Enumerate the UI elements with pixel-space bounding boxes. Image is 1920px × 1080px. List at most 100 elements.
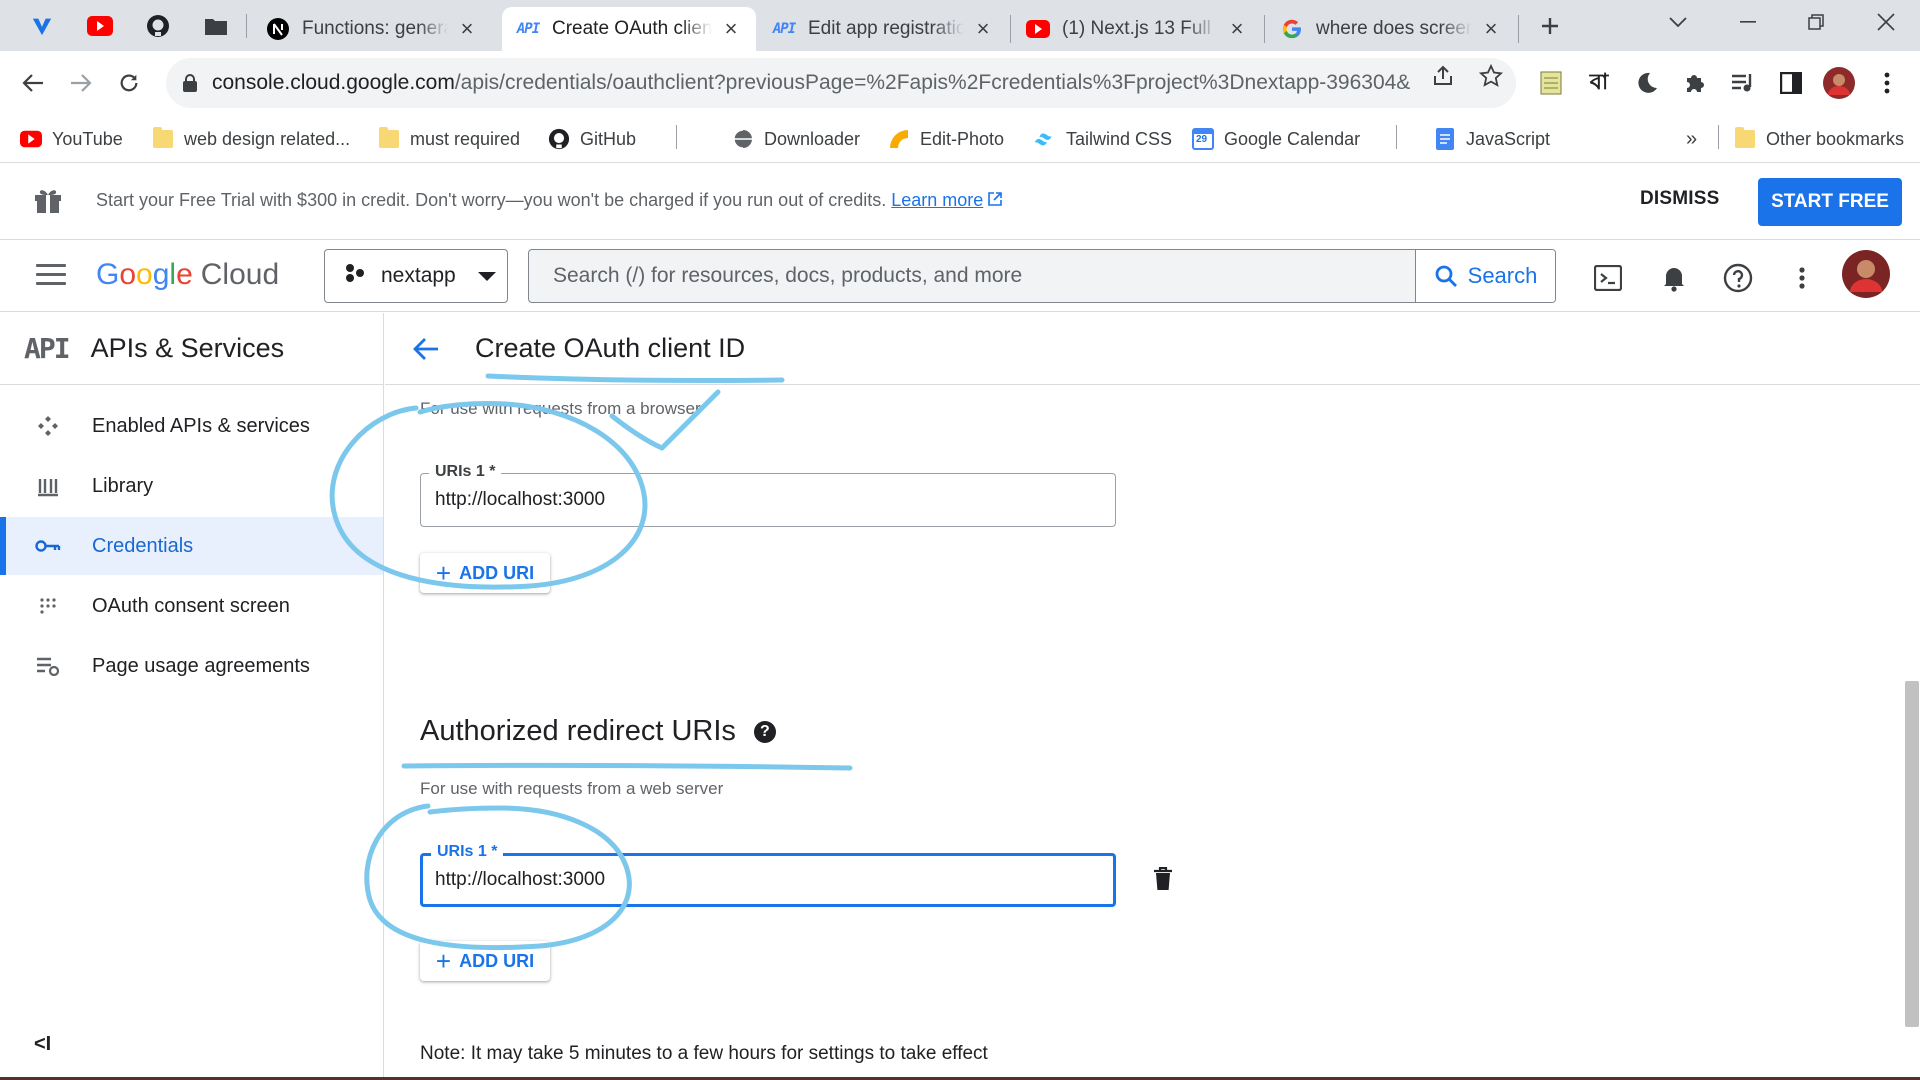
tab-nextjs-course[interactable]: (1) Next.js 13 Full Course × [1012, 7, 1262, 51]
back-arrow-icon[interactable] [13, 63, 53, 103]
sidebar-item-enabled-apis[interactable]: Enabled APIs & services [0, 397, 383, 455]
bookmark-downloader[interactable]: Downloader [732, 125, 860, 153]
folder-icon [152, 127, 174, 150]
console-search: Search [528, 249, 1556, 303]
section-title: APIs & Services [90, 333, 285, 363]
external-link-icon [988, 190, 1003, 210]
hamburger-menu-icon[interactable] [36, 264, 66, 291]
bookmark-star-icon[interactable] [1478, 63, 1504, 89]
dark-mode-icon[interactable] [1632, 68, 1662, 98]
side-panel-icon[interactable] [1776, 68, 1806, 98]
add-origin-uri-button[interactable]: + ADD URI [420, 553, 550, 593]
redirect-helper-text: For use with requests from a web server [420, 779, 724, 798]
tab-functions[interactable]: Functions: generateMetadata × [252, 7, 492, 51]
tab-search-icon[interactable] [1650, 4, 1706, 40]
close-icon[interactable]: × [456, 18, 478, 40]
sidebar-item-credentials[interactable]: Credentials [0, 517, 383, 575]
back-arrow-icon[interactable] [413, 337, 439, 361]
restore-icon[interactable] [1788, 4, 1844, 40]
help-icon[interactable] [1722, 262, 1754, 294]
origins-helper-text: For use with requests from a browser [420, 399, 701, 418]
close-icon[interactable]: × [720, 18, 742, 40]
youtube-icon [1026, 17, 1050, 41]
start-free-button[interactable]: START FREE [1758, 178, 1902, 226]
bookmark-label: web design related... [184, 128, 351, 149]
scrollbar-thumb[interactable] [1905, 681, 1919, 1027]
minimize-icon[interactable] [1720, 4, 1776, 40]
bookmark-web-design[interactable]: web design related... [152, 125, 350, 153]
learn-more-link[interactable]: Learn more [891, 190, 983, 210]
github-pinned-tab[interactable] [142, 10, 174, 42]
profile-avatar[interactable] [1822, 66, 1856, 100]
notes-extension-icon[interactable] [1536, 68, 1566, 98]
redirect-uri-input[interactable] [435, 856, 1095, 904]
tab-edit-app-registration[interactable]: API Edit app registration × [758, 7, 1008, 51]
collapse-nav-button[interactable]: <I [34, 1033, 51, 1056]
bookmark-divider [676, 125, 677, 149]
youtube-pinned-tab[interactable] [84, 10, 116, 42]
sidebar-item-page-usage[interactable]: Page usage agreements [0, 637, 383, 695]
close-window-icon[interactable] [1858, 4, 1914, 40]
project-icon [345, 263, 365, 289]
search-button[interactable]: Search [1415, 250, 1555, 302]
bookmark-label: YouTube [52, 128, 123, 149]
help-icon[interactable]: ? [753, 720, 776, 743]
button-label: ADD URI [459, 950, 535, 971]
extensions-puzzle-icon[interactable] [1680, 68, 1710, 98]
google-cloud-logo[interactable]: Google Cloud [96, 258, 279, 292]
url-text: console.cloud.google.com/apis/credential… [212, 71, 1412, 95]
search-input[interactable] [529, 250, 1415, 302]
sidebar-item-oauth-consent[interactable]: OAuth consent screen [0, 577, 383, 635]
tab-google-search[interactable]: where does screenshot × [1266, 7, 1516, 51]
gift-icon [34, 186, 62, 219]
bengali-extension-icon[interactable]: বা [1584, 68, 1614, 98]
share-icon[interactable] [1430, 63, 1456, 89]
vercel-pinned-tab[interactable] [26, 10, 58, 42]
bookmark-github[interactable]: GitHub [548, 125, 636, 153]
cloud-console-header: Google Cloud nextapp Search [0, 240, 1920, 312]
new-tab-button[interactable] [1534, 10, 1566, 42]
project-picker[interactable]: nextapp [324, 249, 508, 303]
origin-uri-input[interactable] [435, 474, 1095, 526]
section-heading: Authorized redirect URIs [420, 715, 736, 747]
notifications-bell-icon[interactable] [1658, 262, 1690, 294]
bookmark-youtube[interactable]: YouTube [20, 125, 123, 153]
folder-pinned-tab[interactable] [200, 10, 232, 42]
tab-divider [1264, 15, 1265, 43]
cloud-shell-icon[interactable] [1592, 262, 1624, 294]
more-vert-icon[interactable] [1786, 262, 1818, 294]
lock-icon[interactable] [180, 74, 200, 92]
address-bar[interactable]: console.cloud.google.com/apis/credential… [166, 58, 1516, 108]
tab-title: Create OAuth client ID [552, 18, 712, 39]
dismiss-button[interactable]: DISMISS [1640, 188, 1720, 210]
globe-icon [732, 128, 754, 150]
delete-trash-icon[interactable] [1153, 866, 1173, 896]
sidebar-item-library[interactable]: Library [0, 457, 383, 515]
reload-icon[interactable] [109, 63, 149, 103]
chrome-menu-icon[interactable] [1872, 68, 1902, 98]
account-avatar[interactable] [1842, 250, 1890, 298]
section-header: API APIs & Services [0, 313, 384, 385]
close-icon[interactable]: × [972, 18, 994, 40]
media-queue-icon[interactable] [1728, 68, 1758, 98]
bookmark-google-calendar[interactable]: 29 Google Calendar [1192, 125, 1360, 153]
bookmark-javascript[interactable]: JavaScript [1434, 125, 1550, 153]
tab-create-oauth[interactable]: API Create OAuth client ID × [502, 7, 756, 51]
bookmark-divider [1718, 125, 1719, 149]
bookmark-tailwind[interactable]: Tailwind CSS [1034, 125, 1172, 153]
browser-tabstrip: Functions: generateMetadata × API Create… [0, 0, 1920, 51]
bookmark-must-required[interactable]: must required [378, 125, 520, 153]
page-header: Create OAuth client ID [385, 313, 1920, 385]
api-logo-icon: API [24, 332, 71, 365]
forward-arrow-icon[interactable] [61, 63, 101, 103]
add-redirect-uri-button[interactable]: + ADD URI [420, 941, 550, 981]
google-wordmark: Google [96, 258, 193, 291]
tab-title: where does screenshot [1316, 18, 1472, 39]
google-icon [1280, 17, 1304, 41]
close-icon[interactable]: × [1226, 18, 1248, 40]
close-icon[interactable]: × [1480, 18, 1502, 40]
banner-text: Start your Free Trial with $300 in credi… [96, 190, 887, 210]
bookmark-other[interactable]: Other bookmarks [1734, 125, 1904, 153]
bookmarks-overflow[interactable]: » [1686, 125, 1697, 153]
bookmark-edit-photo[interactable]: Edit-Photo [888, 125, 1004, 153]
